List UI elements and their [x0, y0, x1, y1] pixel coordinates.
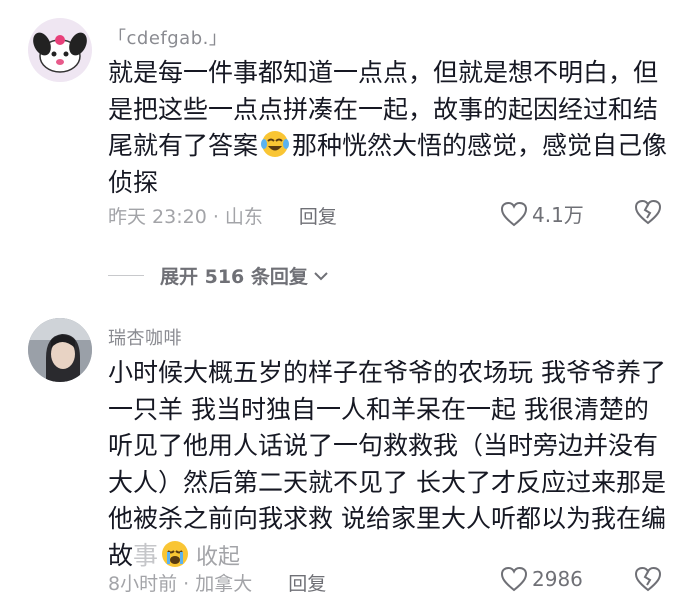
avatar[interactable] [28, 18, 92, 82]
like-count: 2986 [532, 567, 583, 591]
comment-time-location: 昨天 23:20 · 山东 [108, 206, 263, 228]
dislike-button[interactable] [634, 566, 662, 596]
heart-icon [500, 566, 528, 592]
collapse-button[interactable]: 收起 [196, 545, 240, 570]
cartoon-avatar-icon [28, 18, 92, 82]
broken-heart-icon [634, 566, 662, 592]
like-count: 4.1万 [532, 203, 584, 227]
heart-icon [500, 201, 528, 226]
comment-meta: 昨天 23:20 · 山东 回复 [108, 202, 337, 229]
comment-username[interactable]: 「cdefgab.」 [108, 24, 227, 50]
person-avatar-icon [28, 318, 92, 382]
broken-heart-icon [634, 199, 662, 225]
dislike-button[interactable] [634, 199, 662, 229]
like-button[interactable]: 2986 [500, 566, 583, 592]
divider-line [108, 275, 144, 276]
comment-time-location: 8小时前 · 加拿大 [108, 573, 253, 595]
comment-meta: 8小时前 · 加拿大 回复 [108, 569, 326, 596]
reply-button[interactable]: 回复 [299, 202, 337, 229]
expand-replies-label: 展开 516 条回复 [160, 266, 308, 288]
expand-replies-button[interactable]: 展开 516 条回复 [108, 262, 330, 289]
comment-text: 小时候大概五岁的样子在爷爷的农场玩 我爷爷养了一只羊 我当时独自一人和羊呆在一起… [108, 355, 668, 576]
crying-face-icon [162, 540, 189, 567]
like-button[interactable]: 4.1万 [500, 199, 584, 228]
comment-text-part: 小时候大概五岁的样子在爷爷的农场玩 我爷爷养了一只羊 我当时独自一人和羊呆在一起… [108, 358, 666, 570]
comment-username[interactable]: 瑞杏咖啡 [108, 324, 182, 350]
chevron-down-icon [314, 271, 328, 280]
comment-text-fade: 事 [133, 540, 159, 570]
comment-text: 就是每一件事都知道一点点，但就是想不明白，但是把这些一点点拼凑在一起，故事的起因… [108, 55, 668, 201]
avatar[interactable] [28, 318, 92, 382]
reply-button[interactable]: 回复 [288, 569, 326, 596]
face-with-tears-of-joy-icon [261, 131, 290, 157]
